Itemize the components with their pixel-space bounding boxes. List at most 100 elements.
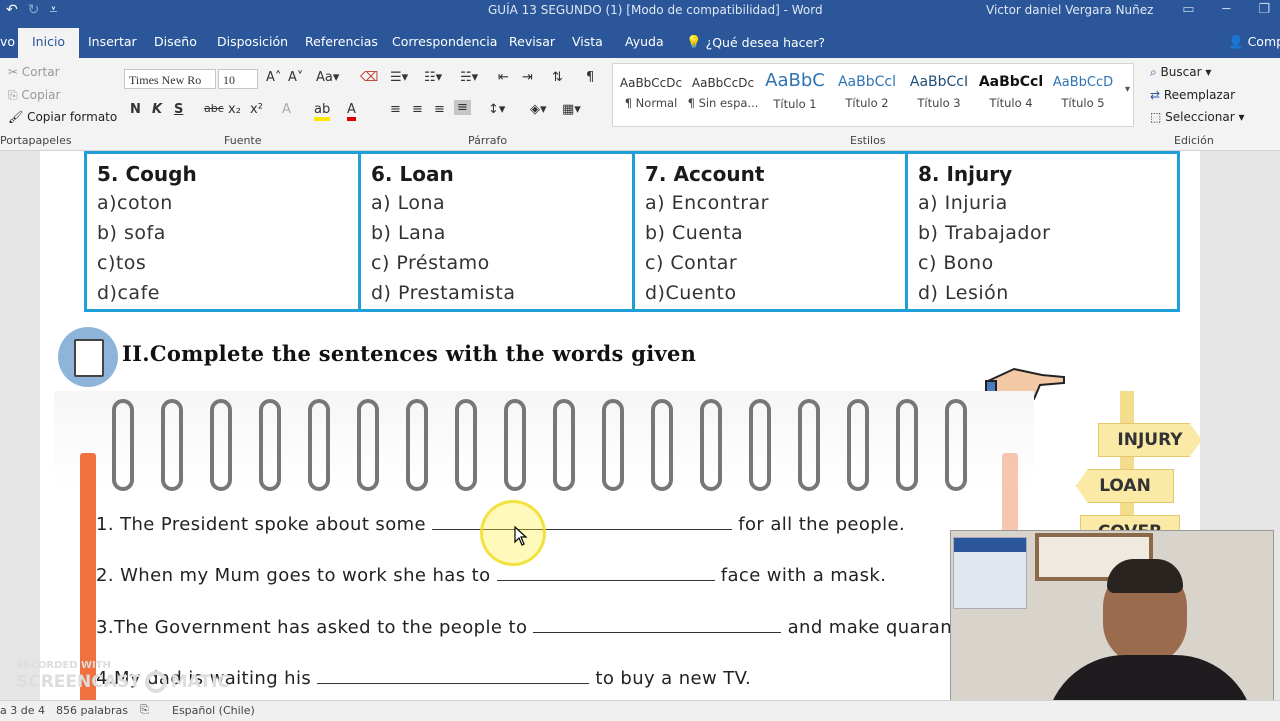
select-icon: ⬚ — [1150, 110, 1166, 124]
cut-label: Cortar — [21, 65, 60, 79]
sort-icon[interactable]: ⇅ — [552, 70, 563, 85]
shrink-font-icon[interactable]: A˅ — [288, 70, 303, 85]
font-size-select[interactable]: 10 — [218, 69, 258, 89]
user-name[interactable]: Victor daniel Vergara Nuñez — [986, 3, 1153, 17]
style-normal[interactable]: AaBbCcDc ¶ Normal — [615, 64, 687, 124]
strikethrough-button[interactable]: abc — [204, 102, 224, 115]
sentence-text: and make quaran — [781, 617, 953, 638]
word-count[interactable]: 856 palabras — [56, 704, 128, 717]
copy-label: Copiar — [21, 88, 61, 102]
font-group-label: Fuente — [224, 134, 262, 147]
vocab-cell: 8. Injury a) Injuria b) Trabajador c) Bo… — [908, 154, 1177, 312]
style-no-spacing[interactable]: AaBbCcDc ¶ Sin espa... — [687, 64, 759, 124]
tab-vista[interactable]: Vista — [572, 34, 603, 49]
styles-more-icon[interactable]: ▾ — [1125, 84, 1130, 95]
grow-font-icon[interactable]: A˄ — [266, 70, 281, 85]
tab-file[interactable]: vo — [0, 34, 15, 49]
spiral-ring — [161, 399, 183, 491]
tab-disposicion[interactable]: Disposición — [217, 34, 288, 49]
share-button[interactable]: 👤 Comp — [1228, 34, 1280, 50]
section-title: II.Complete the sentences with the words… — [122, 341, 697, 366]
increase-indent-icon[interactable]: ⇥ — [522, 70, 533, 85]
change-case-icon[interactable]: Aa▾ — [316, 70, 339, 85]
justify-icon[interactable]: ≡ — [454, 100, 471, 115]
font-name-select[interactable]: Times New Ro — [124, 69, 216, 89]
undo-icon[interactable]: ↶ — [6, 2, 18, 18]
format-painter-button[interactable]: 🖌 Copiar formato — [8, 110, 117, 124]
highlight-icon[interactable]: ab — [314, 102, 331, 121]
page-count[interactable]: a 3 de 4 — [0, 704, 45, 717]
watermark-line3: MATIC — [170, 672, 230, 692]
sentence-text: 2. When my Mum goes to work she has to — [96, 565, 497, 586]
vocab-word: 7. Account — [645, 162, 765, 186]
answer-blank[interactable] — [496, 562, 715, 581]
text-effects-icon[interactable]: A — [282, 102, 291, 117]
numbering-icon[interactable]: ☷▾ — [424, 70, 442, 85]
answer-blank[interactable] — [317, 665, 590, 684]
style-heading-2[interactable]: AaBbCcl Título 2 — [831, 64, 903, 124]
restore-icon[interactable]: ❐ — [1258, 2, 1270, 17]
tab-diseno[interactable]: Diseño — [154, 34, 197, 49]
decrease-indent-icon[interactable]: ⇤ — [498, 70, 509, 85]
share-label: Comp — [1247, 34, 1280, 49]
spiral-ring — [700, 399, 722, 491]
vocab-option: c) Bono — [918, 252, 994, 274]
minimize-icon[interactable]: ─ — [1223, 2, 1231, 17]
answer-blank[interactable] — [432, 511, 733, 530]
customize-qat-icon[interactable]: ⩡ — [49, 2, 57, 18]
align-left-icon[interactable]: ≡ — [390, 102, 401, 117]
tell-me-box[interactable]: 💡 ¿Qué desea hacer? — [686, 34, 825, 50]
spiral-ring — [945, 399, 967, 491]
answer-blank[interactable] — [533, 614, 782, 633]
replace-button[interactable]: ⇄ Reemplazar — [1150, 88, 1235, 102]
scissors-icon: ✂ — [8, 65, 22, 79]
vocab-option: a) Encontrar — [645, 192, 769, 214]
clear-format-icon[interactable]: ⌫ — [360, 70, 378, 85]
redo-icon[interactable]: ↻ — [28, 2, 40, 18]
shading-icon[interactable]: ◈▾ — [530, 102, 547, 117]
watermark-logo: SCREENCAST MATIC — [16, 671, 230, 693]
select-button[interactable]: ⬚ Seleccionar ▾ — [1150, 110, 1244, 124]
tab-inicio[interactable]: Inicio — [18, 28, 80, 58]
superscript-button[interactable]: x² — [250, 102, 263, 117]
sentence-text: 1. The President spoke about some — [96, 514, 433, 535]
multilevel-list-icon[interactable]: ☵▾ — [460, 70, 478, 85]
underline-button[interactable]: S — [174, 102, 183, 117]
style-preview: AaBbCcD — [1052, 75, 1114, 90]
align-right-icon[interactable]: ≡ — [434, 102, 445, 117]
style-heading-4[interactable]: AaBbCcl Título 4 — [975, 64, 1047, 124]
webcam-overlay — [950, 530, 1274, 716]
tab-correspondencia[interactable]: Correspondencia — [392, 34, 497, 49]
tab-referencias[interactable]: Referencias — [305, 34, 378, 49]
find-button[interactable]: ⌕ Buscar ▾ — [1150, 65, 1211, 80]
tab-ayuda[interactable]: Ayuda — [625, 34, 664, 49]
copy-button[interactable]: ⎘ Copiar — [8, 88, 60, 103]
language-indicator[interactable]: Español (Chile) — [172, 704, 255, 717]
spiral-ring — [651, 399, 673, 491]
ribbon-display-icon[interactable]: ▭ — [1182, 2, 1194, 17]
sign-loan: LOAN — [1076, 469, 1174, 503]
sentence-text: 3.The Government has asked to the people… — [96, 617, 534, 638]
borders-icon[interactable]: ▦▾ — [562, 102, 581, 117]
search-icon: ⌕ — [1150, 65, 1161, 79]
show-marks-icon[interactable]: ¶ — [586, 70, 594, 85]
proofing-icon[interactable]: ⎘ — [140, 703, 149, 717]
quick-access-toolbar: ↶ ↻ ⩡ — [6, 2, 57, 18]
line-spacing-icon[interactable]: ↕▾ — [488, 102, 505, 117]
style-heading-3[interactable]: AaBbCcI Título 3 — [903, 64, 975, 124]
style-heading-5[interactable]: AaBbCcD Título 5 — [1047, 64, 1119, 124]
vocab-word: 8. Injury — [918, 162, 1013, 186]
tab-revisar[interactable]: Revisar — [509, 34, 555, 49]
cut-button[interactable]: ✂ Cortar — [8, 65, 60, 79]
style-name: Título 5 — [1061, 96, 1105, 110]
screencast-lens-icon — [144, 671, 167, 693]
font-color-icon[interactable]: A — [347, 102, 356, 121]
bold-button[interactable]: N — [130, 102, 141, 117]
style-heading-1[interactable]: AaBbC Título 1 — [759, 64, 831, 124]
align-center-icon[interactable]: ≡ — [412, 102, 423, 117]
subscript-button[interactable]: x₂ — [228, 102, 241, 117]
bullets-icon[interactable]: ☰▾ — [390, 70, 408, 85]
tab-insertar[interactable]: Insertar — [88, 34, 137, 49]
italic-button[interactable]: K — [152, 102, 162, 117]
spiral-ring — [308, 399, 330, 491]
